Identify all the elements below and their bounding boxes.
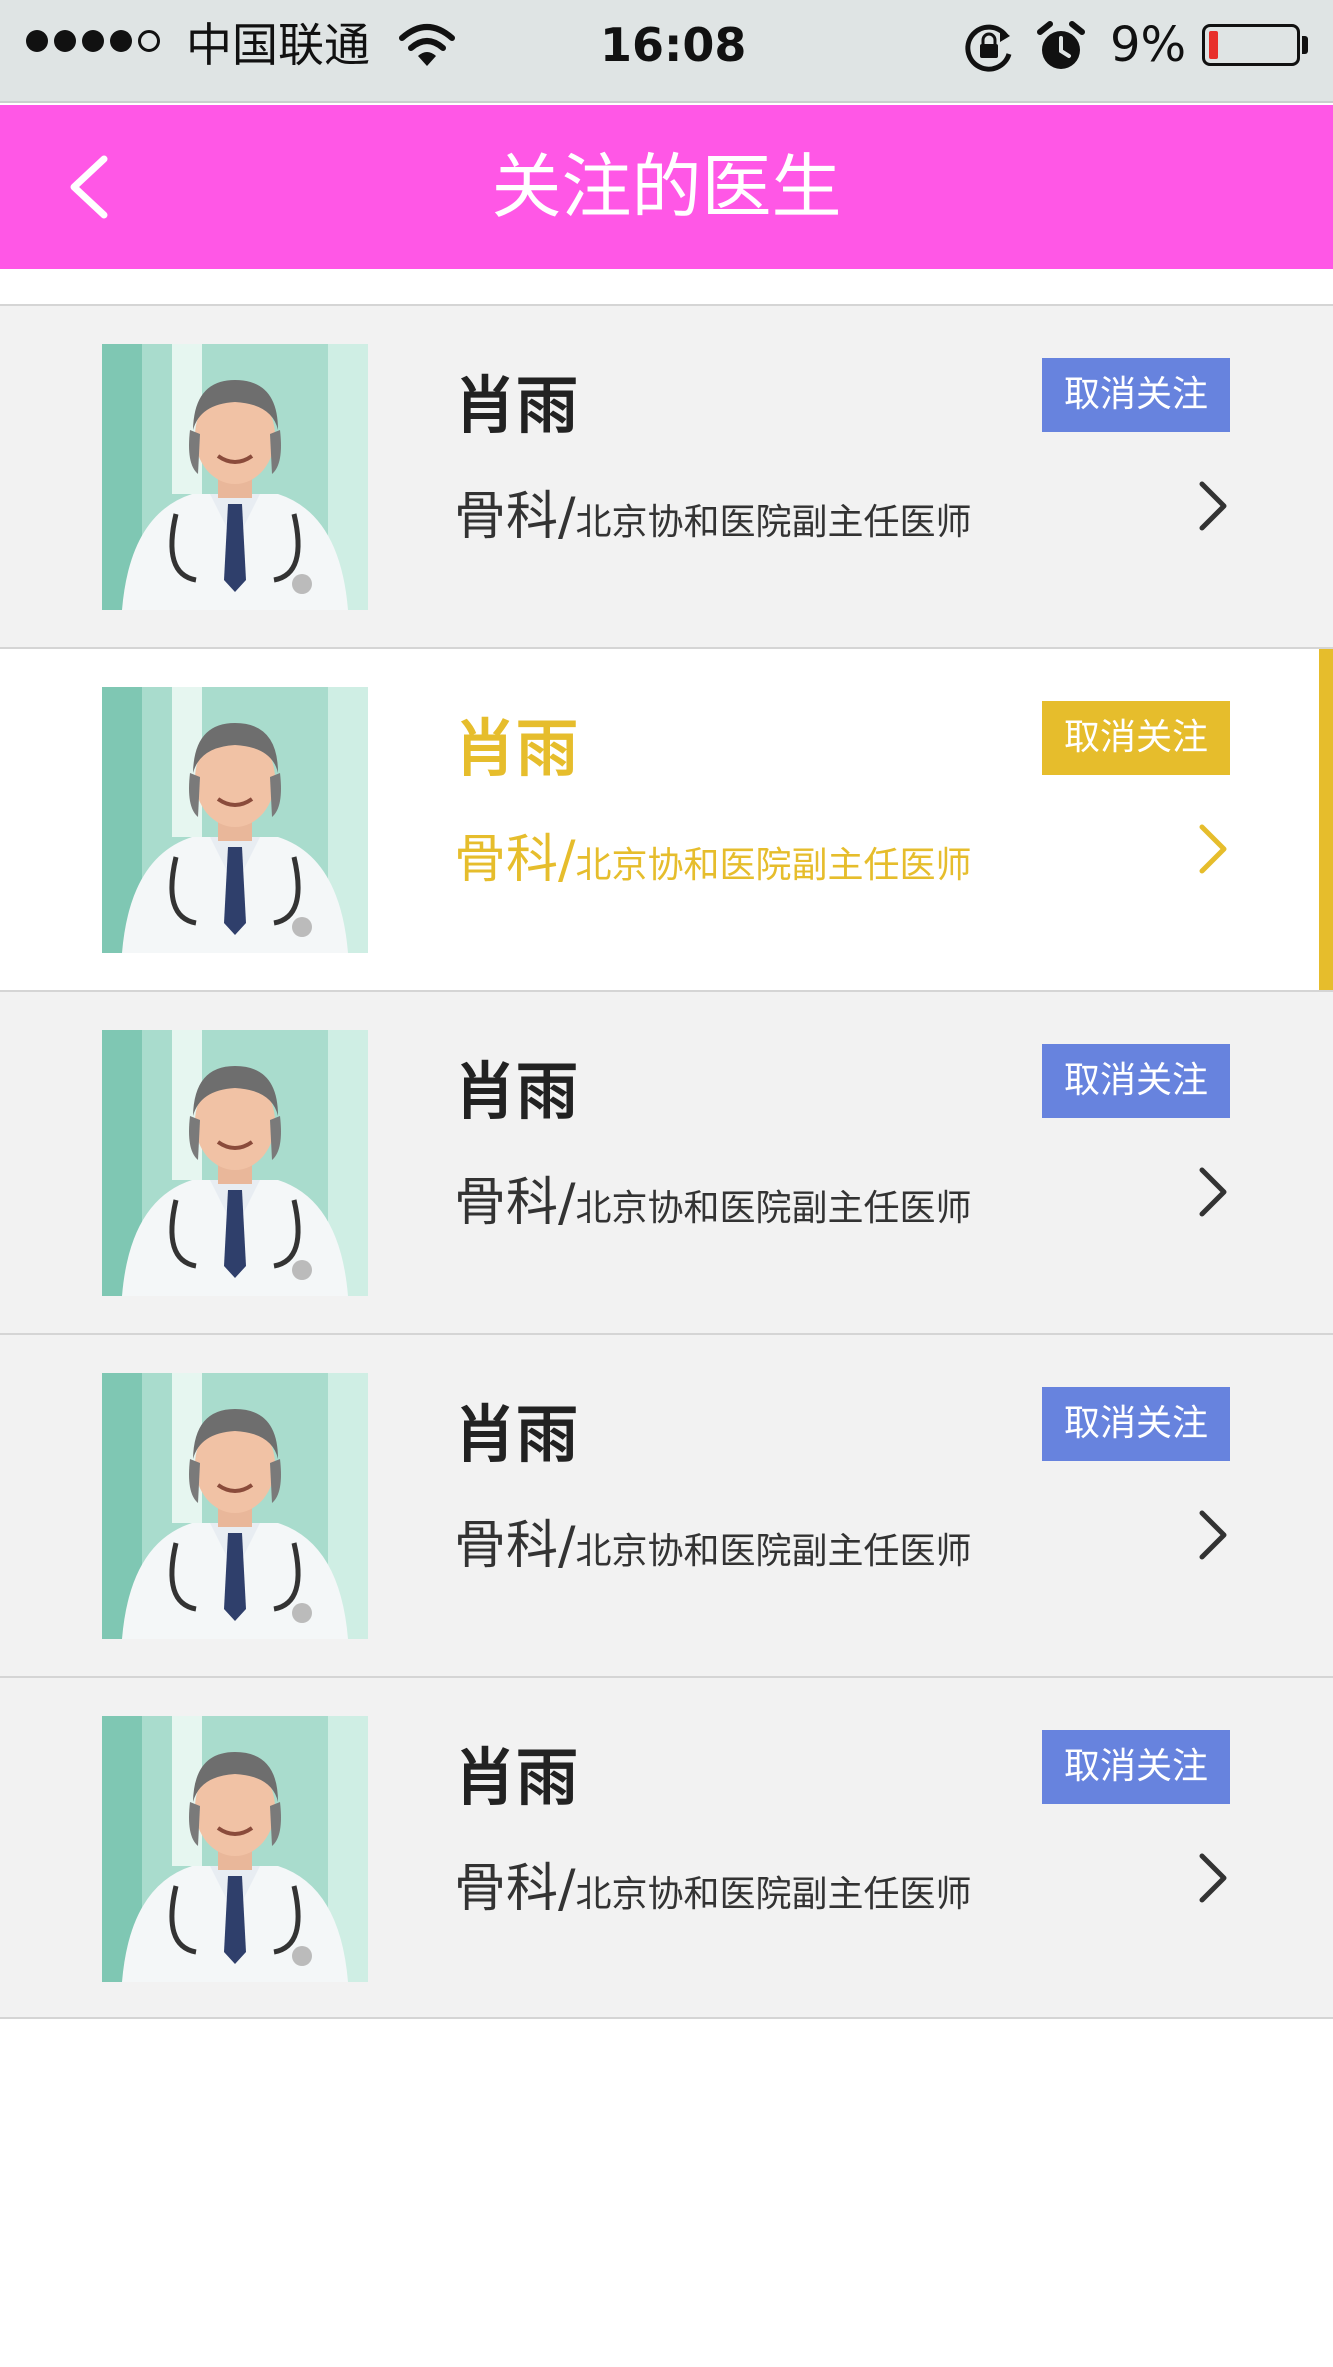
carrier-label: 中国联通: [186, 18, 370, 72]
doctor-name: 肖雨: [454, 369, 579, 442]
rotation-lock-icon: [965, 24, 1012, 72]
unfollow-button[interactable]: 取消关注: [1042, 1387, 1230, 1461]
doctor-avatar: [102, 687, 368, 953]
doctor-list-item[interactable]: 肖雨 骨科/北京协和医院副主任医师 取消关注: [0, 1676, 1333, 2019]
doctor-avatar: [102, 1030, 368, 1296]
info-separator: /: [558, 1516, 576, 1576]
doctor-avatar: [102, 1716, 368, 1982]
doctor-info: 骨科/北京协和医院副主任医师: [454, 482, 972, 558]
selected-indicator: [1319, 649, 1333, 990]
chevron-right-icon: [1199, 1853, 1227, 1903]
doctor-title: 北京协和医院副主任医师: [575, 1874, 972, 1915]
chevron-right-icon: [1199, 824, 1227, 874]
doctor-info: 骨科/北京协和医院副主任医师: [454, 1168, 972, 1244]
chevron-right-icon: [1199, 1167, 1227, 1217]
doctor-department: 骨科: [454, 487, 559, 547]
doctor-department: 骨科: [454, 830, 559, 890]
chevron-right-icon: [1199, 481, 1227, 531]
doctor-list-item[interactable]: 肖雨 骨科/北京协和医院副主任医师 取消关注: [0, 304, 1333, 647]
doctor-department: 骨科: [454, 1173, 559, 1233]
status-bar: 中国联通 16:08 9%: [0, 0, 1333, 103]
info-separator: /: [558, 830, 576, 890]
doctor-list-item[interactable]: 肖雨 骨科/北京协和医院副主任医师 取消关注: [0, 647, 1333, 990]
doctor-info: 骨科/北京协和医院副主任医师: [454, 825, 972, 901]
doctor-name: 肖雨: [454, 712, 579, 785]
nav-bar: 关注的医生: [0, 105, 1333, 269]
doctor-avatar: [102, 344, 368, 610]
signal-icon: [26, 30, 160, 52]
doctor-department: 骨科: [454, 1859, 559, 1919]
unfollow-button[interactable]: 取消关注: [1042, 701, 1230, 775]
info-separator: /: [558, 1173, 576, 1233]
unfollow-button[interactable]: 取消关注: [1042, 1730, 1230, 1804]
info-separator: /: [558, 1859, 576, 1919]
doctor-info: 骨科/北京协和医院副主任医师: [454, 1854, 972, 1930]
doctor-name: 肖雨: [454, 1741, 579, 1814]
doctor-name: 肖雨: [454, 1398, 579, 1471]
doctor-list: 肖雨 骨科/北京协和医院副主任医师 取消关注 肖雨 骨科/北京协和医院副主任医师…: [0, 304, 1333, 2019]
chevron-right-icon: [1199, 1510, 1227, 1560]
doctor-department: 骨科: [454, 1516, 559, 1576]
wifi-icon: [399, 24, 455, 66]
doctor-avatar: [102, 1373, 368, 1639]
status-time: 16:08: [600, 18, 747, 72]
unfollow-button[interactable]: 取消关注: [1042, 358, 1230, 432]
battery-percent: 9%: [1110, 17, 1187, 73]
unfollow-button[interactable]: 取消关注: [1042, 1044, 1230, 1118]
doctor-title: 北京协和医院副主任医师: [575, 502, 972, 543]
alarm-icon: [1037, 21, 1085, 69]
page: 中国联通 16:08 9% 关注的医生 肖雨 骨科/北京协和医院副主任医师 取消…: [0, 0, 1333, 2367]
doctor-title: 北京协和医院副主任医师: [575, 845, 972, 886]
doctor-title: 北京协和医院副主任医师: [575, 1188, 972, 1229]
battery-cap: [1302, 36, 1308, 54]
page-title: 关注的医生: [491, 146, 842, 228]
info-separator: /: [558, 487, 576, 547]
doctor-name: 肖雨: [454, 1055, 579, 1128]
doctor-info: 骨科/北京协和医院副主任医师: [454, 1511, 972, 1587]
doctor-list-item[interactable]: 肖雨 骨科/北京协和医院副主任医师 取消关注: [0, 1333, 1333, 1676]
doctor-title: 北京协和医院副主任医师: [575, 1531, 972, 1572]
battery-icon: [1202, 24, 1300, 66]
doctor-list-item[interactable]: 肖雨 骨科/北京协和医院副主任医师 取消关注: [0, 990, 1333, 1333]
